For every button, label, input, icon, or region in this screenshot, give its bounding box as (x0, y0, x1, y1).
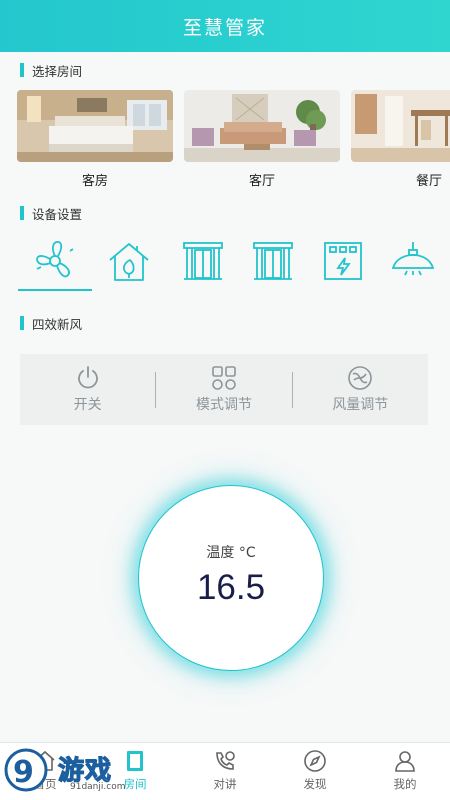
tab-intercom[interactable]: 对讲 (180, 743, 270, 800)
fan-icon (36, 241, 74, 278)
wind-icon (348, 366, 373, 390)
tab-label: 首页 (33, 777, 57, 791)
temperature-dial[interactable]: 温度 °C 16.5 (138, 485, 324, 671)
house-leaf-icon (109, 243, 149, 281)
room-card-living-room[interactable]: 客厅 (184, 90, 340, 188)
device-lamp-button[interactable] (376, 232, 450, 290)
home-icon (35, 750, 55, 771)
temperature-value: 16.5 (196, 568, 266, 607)
power-panel-icon (324, 242, 362, 280)
room-name: 客房 (81, 174, 108, 188)
tab-label: 我的 (393, 777, 417, 791)
room-photo-dining-room (351, 90, 450, 162)
section-title-fresh-air: 四效新风 (32, 316, 83, 332)
mode-label: 模式调节 (195, 397, 252, 413)
user-icon (395, 751, 415, 772)
tab-label: 发现 (303, 777, 327, 791)
device-curtain-2-button[interactable] (236, 232, 310, 290)
tab-label: 对讲 (213, 777, 237, 791)
room-photo-living-room (184, 90, 340, 162)
room-icon (127, 751, 143, 771)
temperature-label: 温度 °C (206, 545, 256, 561)
tab-discover[interactable]: 发现 (270, 743, 360, 800)
grid-icon (212, 366, 236, 390)
tab-home[interactable]: 首页 (0, 743, 90, 800)
power-button[interactable]: 开关 (20, 354, 155, 425)
room-name: 餐厅 (415, 174, 442, 188)
device-curtain-1-button[interactable] (166, 232, 240, 290)
section-accent-bar (20, 63, 24, 77)
tab-label: 房间 (123, 777, 147, 791)
device-eco-home-button[interactable] (92, 232, 166, 290)
bottom-tab-bar: 首页 房间 对讲 发现 我的 (0, 742, 450, 800)
mode-button[interactable]: 模式调节 (156, 354, 291, 425)
ceiling-lamp-icon (391, 242, 435, 276)
wind-speed-button[interactable]: 风量调节 (293, 354, 428, 425)
room-carousel[interactable]: 客房 客厅 餐厅 (17, 90, 450, 188)
room-name: 客厅 (248, 174, 275, 188)
section-devices: 设备设置 (20, 205, 83, 222)
wind-label: 风量调节 (332, 397, 389, 413)
curtain-icon (253, 242, 293, 280)
selected-device-underline (18, 289, 92, 291)
section-title-rooms: 选择房间 (32, 63, 83, 79)
page-title: 至慧管家 (182, 16, 267, 39)
tab-room[interactable]: 房间 (90, 743, 180, 800)
device-power-panel-button[interactable] (306, 232, 380, 290)
power-label: 开关 (73, 397, 102, 413)
app-header: 至慧管家 (0, 0, 450, 52)
device-selector (0, 232, 450, 292)
section-accent-bar (20, 206, 24, 220)
fresh-air-control-panel: 开关 模式调节 风量调节 (20, 354, 428, 425)
section-rooms: 选择房间 (20, 62, 83, 79)
device-fan-button[interactable] (18, 232, 92, 290)
section-accent-bar (20, 316, 24, 330)
compass-icon (304, 750, 326, 772)
curtain-icon (183, 242, 223, 280)
section-fresh-air: 四效新风 (20, 315, 83, 332)
power-icon (77, 366, 98, 389)
room-card-guest-room[interactable]: 客房 (17, 90, 173, 188)
room-card-dining-room[interactable]: 餐厅 (351, 90, 450, 188)
intercom-icon (216, 751, 235, 770)
section-title-devices: 设备设置 (32, 206, 83, 222)
tab-mine[interactable]: 我的 (360, 743, 450, 800)
room-photo-guest-room (17, 90, 173, 162)
